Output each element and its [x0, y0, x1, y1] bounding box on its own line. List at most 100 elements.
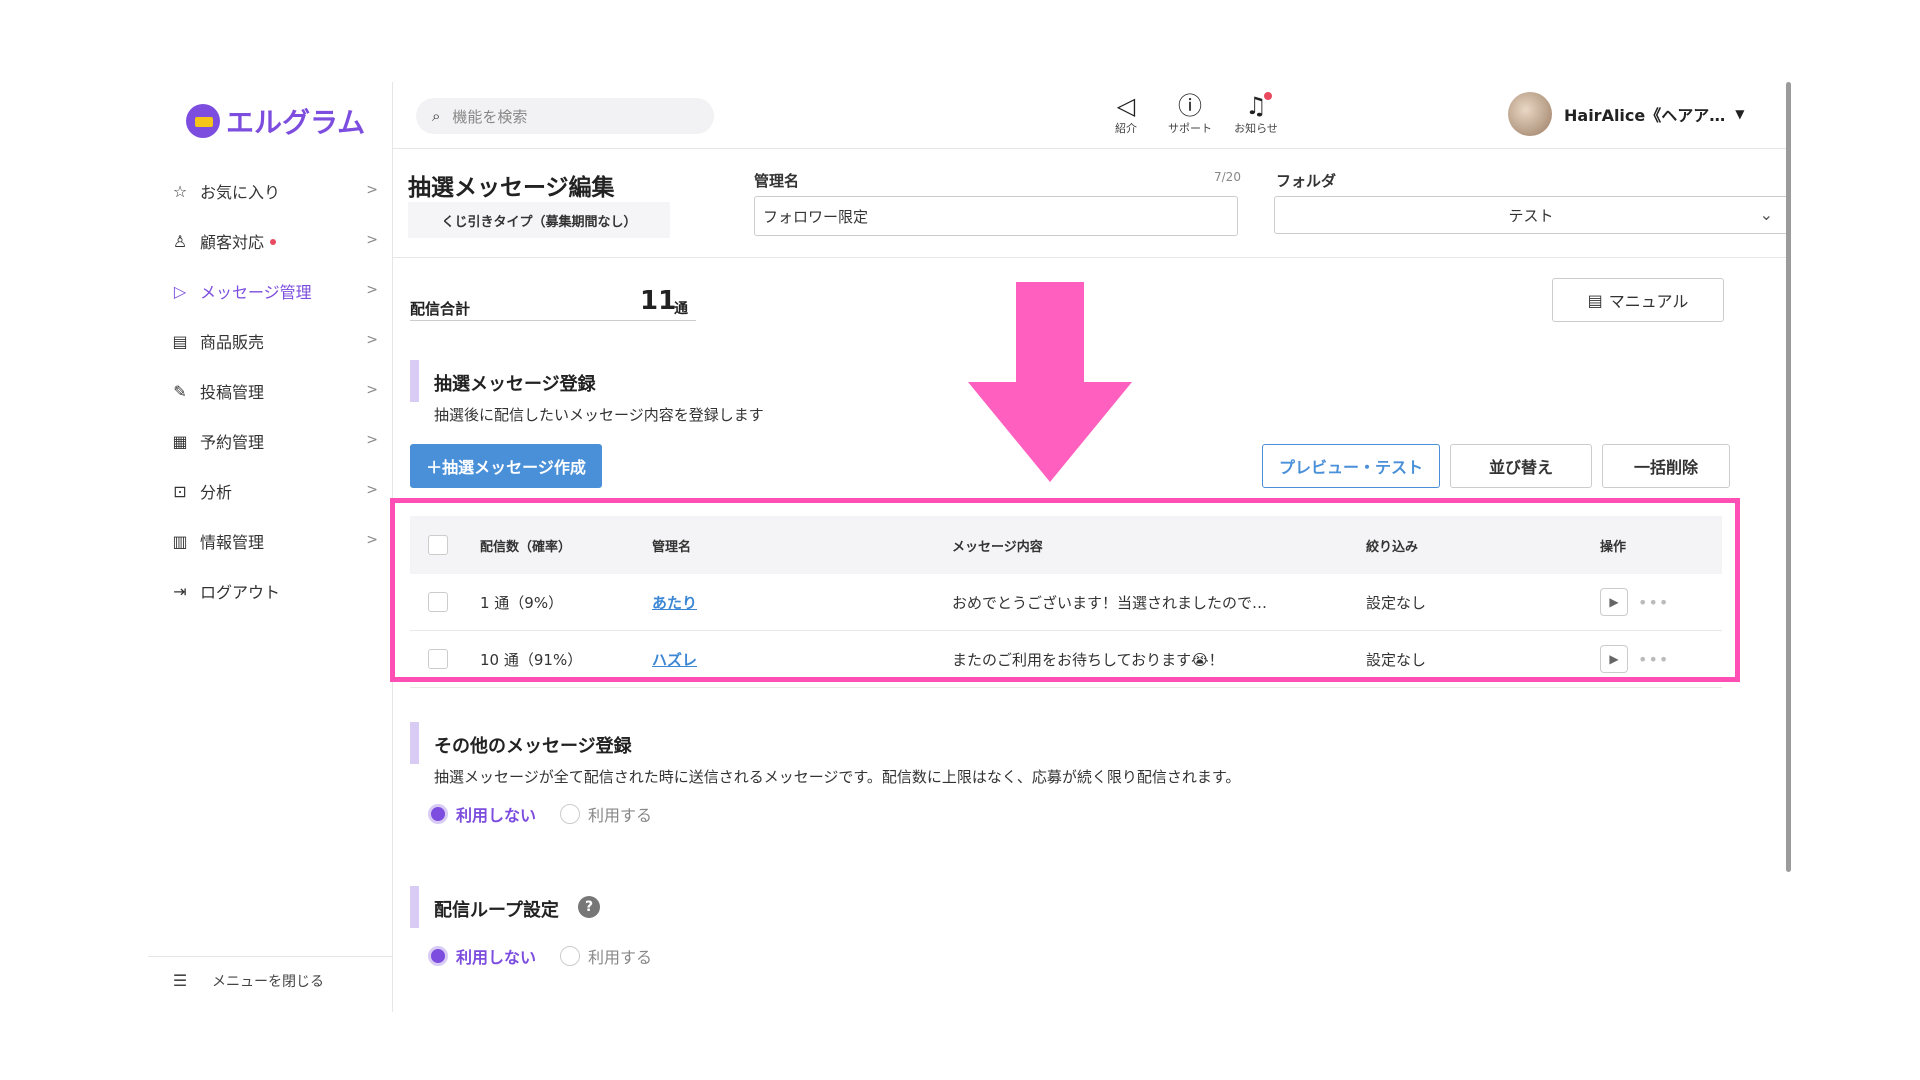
arrow-shape	[968, 282, 1132, 482]
folder-select-value: テスト	[1508, 206, 1554, 225]
name-field-value: フォロワー限定	[763, 207, 869, 226]
intro-button[interactable]: ◁ 紹介	[1096, 92, 1156, 136]
section-accent-bar	[410, 886, 419, 928]
sidebar-item-posts[interactable]: ✎ 投稿管理 >	[148, 366, 392, 416]
other-section-title: その他のメッセージ登録	[434, 736, 632, 757]
chevron-right-icon: >	[366, 182, 378, 198]
radio-label[interactable]: 利用しない	[456, 944, 536, 968]
edit-icon: ✎	[173, 381, 187, 401]
delivery-total: 配信合計 11 通	[410, 286, 696, 321]
help-icon[interactable]: ?	[578, 896, 600, 918]
bell-icon: ♫	[1245, 92, 1267, 120]
manual-button-label: マニュアル	[1608, 292, 1689, 311]
preview-test-button[interactable]: プレビュー・テスト	[1262, 444, 1440, 488]
chevron-right-icon: >	[366, 232, 378, 248]
other-message-options: 利用しない 利用する	[428, 802, 652, 826]
name-field-label: 管理名	[754, 172, 800, 190]
sidebar-item-info[interactable]: ▥ 情報管理 >	[148, 516, 392, 566]
chevron-right-icon: >	[366, 432, 378, 448]
notifications-label: お知らせ	[1234, 122, 1278, 135]
create-lottery-message-button[interactable]: ＋抽選メッセージ作成	[410, 444, 602, 488]
section-accent-bar	[410, 360, 419, 402]
user-menu[interactable]: HairAlice《ヘアア… ▼	[1508, 92, 1745, 136]
radio-on[interactable]	[560, 804, 581, 824]
loop-section-title: 配信ループ設定	[434, 900, 559, 921]
search-input[interactable]: ⌕ 機能を検索	[416, 98, 714, 134]
chevron-right-icon: >	[366, 382, 378, 398]
lottery-section-desc: 抽選後に配信したいメッセージ内容を登録します	[434, 406, 764, 424]
logo-icon	[186, 104, 220, 138]
sidebar-item-messages[interactable]: ▷ メッセージ管理 >	[148, 266, 392, 316]
sidebar-item-logout[interactable]: ⇥ ログアウト	[148, 566, 392, 616]
sidebar-nav: ☆ お気に入り > ♙ 顧客対応 > ▷ メッセージ管理 > ▤ 商品販売 >	[148, 166, 392, 616]
sort-button[interactable]: 並び替え	[1450, 444, 1592, 488]
sidebar-item-label: 分析	[200, 483, 233, 502]
folder-select[interactable]: テスト ⌄	[1274, 196, 1788, 234]
notifications-button[interactable]: ♫ お知らせ	[1226, 92, 1286, 136]
close-menu-button[interactable]: ☰ メニューを閉じる	[148, 956, 392, 1004]
chevron-right-icon: >	[366, 532, 378, 548]
name-char-counter: 7/20	[1214, 170, 1241, 184]
radio-off-selected[interactable]	[428, 804, 448, 824]
total-value: 11	[640, 286, 677, 316]
other-section-desc: 抽選メッセージが全て配信された時に送信されるメッセージです。配信数に上限はなく、…	[434, 768, 1241, 786]
top-bar: ⌕ 機能を検索 ◁ 紹介 ⓘ サポート ♫ お知らせ HairAlice《ヘアア…	[392, 82, 1790, 149]
loop-options: 利用しない 利用する	[428, 944, 652, 968]
sidebar-item-customers[interactable]: ♙ 顧客対応 >	[148, 216, 392, 266]
page-title: 抽選メッセージ編集	[408, 175, 615, 201]
chevron-down-icon: ⌄	[1759, 205, 1773, 224]
chevron-right-icon: >	[366, 282, 378, 298]
folder-field-label: フォルダ	[1276, 172, 1337, 190]
down-arrow-icon	[968, 282, 1132, 482]
scrollbar[interactable]	[1786, 82, 1791, 872]
bulk-delete-button[interactable]: 一括削除	[1602, 444, 1730, 488]
sidebar-item-favorites[interactable]: ☆ お気に入り >	[148, 166, 392, 216]
send-icon: ▷	[173, 281, 187, 301]
sidebar-item-label: 情報管理	[200, 533, 265, 552]
sidebar: エルグラム ☆ お気に入り > ♙ 顧客対応 > ▷ メッセージ管理 > ▤ 商…	[148, 82, 393, 1012]
radio-off-selected[interactable]	[428, 946, 448, 966]
sidebar-item-label: メッセージ管理	[200, 283, 312, 302]
calendar-icon: ▦	[172, 431, 188, 451]
person-icon: ♙	[172, 231, 188, 251]
total-label: 配信合計	[410, 300, 471, 318]
menu-collapse-icon: ☰	[172, 971, 188, 990]
radio-label[interactable]: 利用する	[588, 944, 652, 968]
caret-down-icon: ▼	[1735, 107, 1745, 121]
sidebar-item-sales[interactable]: ▤ 商品販売 >	[148, 316, 392, 366]
radio-label[interactable]: 利用する	[588, 802, 652, 826]
type-badge: くじ引きタイプ（募集期間なし）	[408, 202, 670, 238]
chart-icon: ▥	[172, 531, 188, 551]
lottery-section-title: 抽選メッセージ登録	[434, 374, 596, 395]
sidebar-item-label: お気に入り	[200, 183, 281, 202]
sidebar-item-label: 予約管理	[200, 433, 265, 452]
radio-label[interactable]: 利用しない	[456, 802, 536, 826]
sidebar-item-label: ログアウト	[200, 583, 281, 602]
intro-label: 紹介	[1115, 122, 1137, 135]
highlight-box	[390, 498, 1740, 682]
analysis-icon: ⊡	[173, 481, 187, 501]
close-menu-label: メニューを閉じる	[212, 973, 324, 990]
radio-on[interactable]	[560, 946, 581, 966]
name-field[interactable]: フォロワー限定	[754, 196, 1238, 236]
section-accent-bar	[410, 722, 419, 764]
sidebar-item-analysis[interactable]: ⊡ 分析 >	[148, 466, 392, 516]
chevron-right-icon: >	[366, 482, 378, 498]
sidebar-item-label: 投稿管理	[200, 383, 265, 402]
star-icon: ☆	[172, 181, 188, 201]
alert-dot	[270, 239, 277, 245]
book-icon: ▤	[1587, 290, 1603, 310]
sidebar-item-reservations[interactable]: ▦ 予約管理 >	[148, 416, 392, 466]
app-window: エルグラム ☆ お気に入り > ♙ 顧客対応 > ▷ メッセージ管理 > ▤ 商…	[148, 82, 1790, 1012]
manual-button[interactable]: ▤ マニュアル	[1552, 278, 1724, 322]
sidebar-item-label: 顧客対応	[200, 233, 265, 252]
support-button[interactable]: ⓘ サポート	[1160, 92, 1220, 136]
user-name: HairAlice《ヘアア…	[1564, 106, 1726, 125]
chevron-right-icon: >	[366, 332, 378, 348]
store-icon: ▤	[172, 331, 188, 351]
app-logo[interactable]: エルグラム	[186, 96, 365, 146]
avatar	[1508, 92, 1552, 136]
search-icon: ⌕	[432, 107, 441, 125]
megaphone-icon: ◁	[1116, 92, 1136, 120]
support-label: サポート	[1168, 122, 1212, 135]
